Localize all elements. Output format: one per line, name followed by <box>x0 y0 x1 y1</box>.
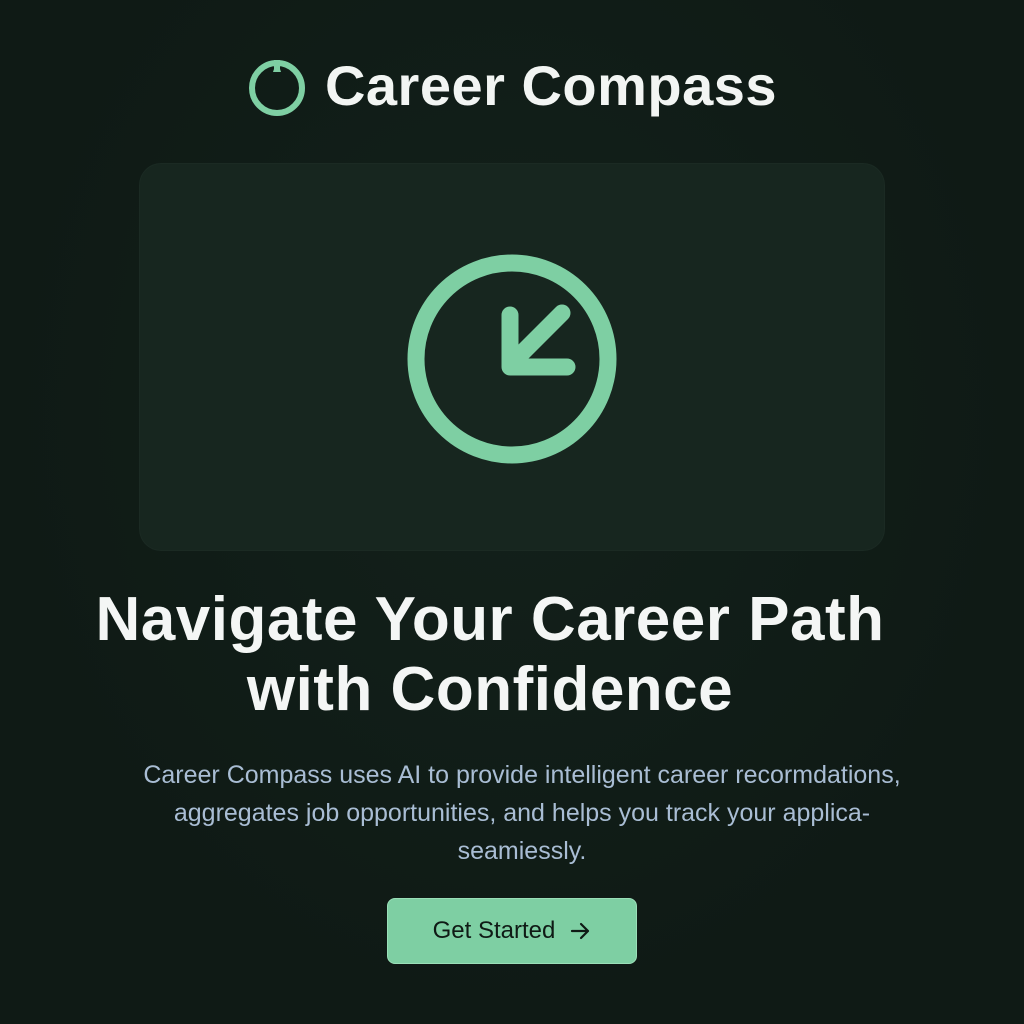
page-title: Navigate Your Career Path with Confidenc… <box>0 585 980 725</box>
headline-line-2: with Confidence <box>246 655 734 724</box>
landing-page: Career Compass Navigate Your Career Path… <box>0 0 1024 1024</box>
headline-line-1: Navigate Your Career Path <box>95 585 885 654</box>
clock-arrow-icon <box>407 254 617 464</box>
brand-header: Career Compass <box>0 56 1024 116</box>
description-line-3: seamiessly. <box>457 837 587 865</box>
description-line-2: aggregates job opportunities, and helps … <box>173 799 871 827</box>
arrow-right-icon <box>571 922 590 940</box>
get-started-button[interactable]: Get Started <box>387 898 637 964</box>
description-line-1: Career Compass uses AI to provide intell… <box>143 761 901 789</box>
get-started-label: Get Started <box>432 917 556 944</box>
compass-ring-icon <box>248 60 305 116</box>
hero-card <box>139 163 885 551</box>
description: Career Compass uses AI to provide intell… <box>0 756 1024 870</box>
brand-name: Career Compass <box>324 54 778 117</box>
